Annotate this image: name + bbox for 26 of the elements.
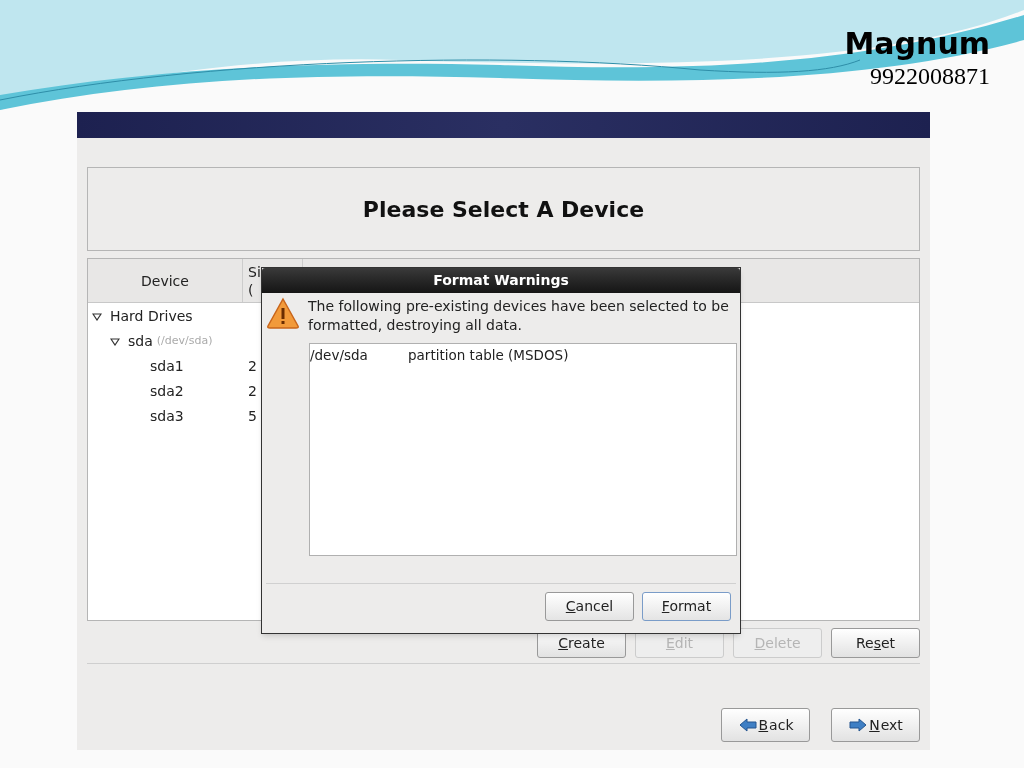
expanded-triangle-icon[interactable] — [92, 312, 102, 321]
device-path: (/dev/sda) — [156, 333, 213, 350]
slide-subtitle: 9922008871 — [870, 62, 990, 90]
tree-item[interactable]: sda — [128, 331, 153, 352]
dialog-title: Format Warnings — [433, 271, 569, 290]
left-arrow-icon — [737, 717, 758, 733]
table-cell-text: 2 — [248, 357, 257, 376]
list-cell-text: partition table (MSDOS) — [408, 346, 569, 365]
tree-item[interactable]: sda1 — [88, 356, 248, 377]
dialog-button[interactable]: Format — [642, 592, 731, 621]
tree-item[interactable]: Hard Drives — [110, 306, 193, 327]
tree-item[interactable]: sda3 — [88, 406, 248, 427]
page-heading: Please Select A Device — [362, 195, 645, 224]
warning-icon — [266, 297, 300, 329]
right-arrow-icon — [848, 717, 869, 733]
tree-item[interactable]: sda2 — [88, 381, 248, 402]
column-header[interactable]: Device — [88, 259, 243, 302]
table-cell-text: 2 — [248, 382, 257, 401]
table-cell-text: 5 — [248, 407, 257, 426]
dialog-button[interactable]: Cancel — [545, 592, 634, 621]
back-button[interactable]: B ack — [721, 708, 810, 742]
action-button[interactable]: Reset — [831, 628, 920, 658]
next-button[interactable]: Next — [831, 708, 920, 742]
list-cell-text: /dev/sda — [310, 346, 369, 365]
expanded-triangle-icon[interactable] — [110, 337, 120, 346]
warning-message: The following pre-existing devices have been selected to be formatted, destroying all data. — [308, 297, 730, 335]
